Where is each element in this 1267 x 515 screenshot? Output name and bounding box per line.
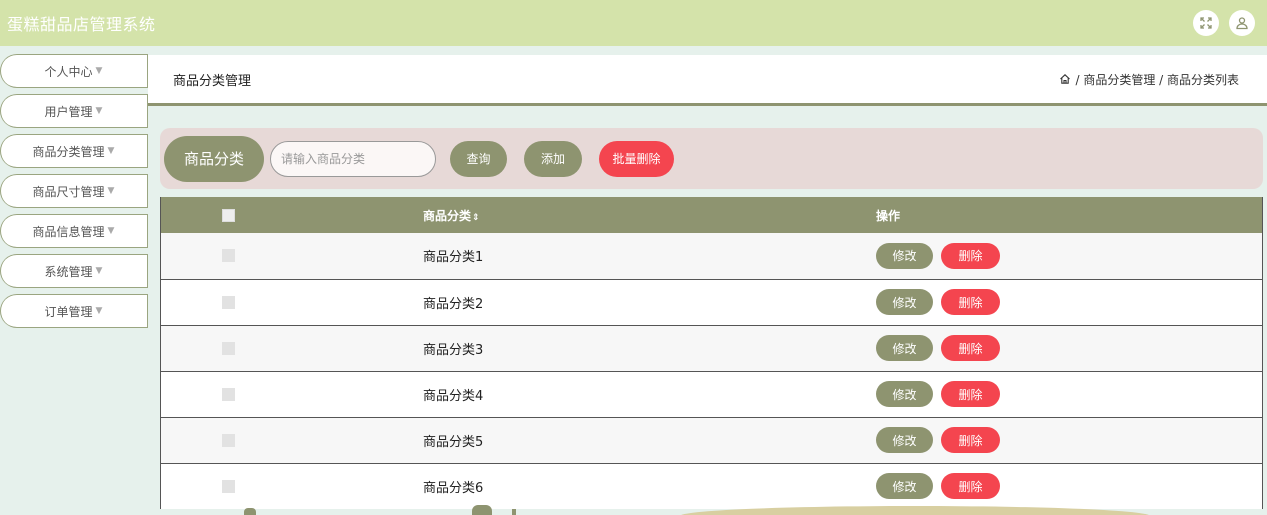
sidebar-item-size-management[interactable]: 商品尺寸管理 ▼: [0, 174, 148, 208]
chevron-down-icon: ▼: [95, 66, 103, 76]
row-checkbox[interactable]: [222, 341, 235, 355]
background-decoration: [244, 508, 256, 515]
delete-button[interactable]: 删除: [941, 289, 1000, 315]
search-label: 商品分类: [164, 135, 264, 182]
sidebar-item-system-management[interactable]: 系统管理 ▼: [0, 254, 148, 288]
background-decoration: [512, 509, 516, 515]
user-icon[interactable]: [1229, 10, 1255, 36]
page-header: 商品分类管理 / 商品分类管理 / 商品分类列表: [148, 55, 1267, 106]
row-checkbox[interactable]: [222, 479, 235, 493]
category-table: 商品分类⇕ 操作 商品分类1 修改 删除 商品分类2 修改 删除 商品分类3 修…: [160, 197, 1263, 510]
sidebar-item-personal-center[interactable]: 个人中心 ▼: [0, 54, 148, 88]
table-row: 商品分类5 修改 删除: [161, 417, 1262, 463]
sidebar-item-label: 商品分类管理: [32, 144, 105, 159]
category-name: 商品分类2: [423, 296, 484, 312]
table-row: 商品分类6 修改 删除: [161, 463, 1262, 509]
search-input[interactable]: [270, 140, 436, 177]
page-title: 商品分类管理: [173, 73, 252, 89]
delete-button[interactable]: 删除: [941, 242, 1000, 269]
sidebar-item-label: 商品尺寸管理: [32, 184, 105, 199]
fullscreen-icon[interactable]: [1193, 10, 1219, 36]
category-name: 商品分类3: [423, 342, 484, 358]
edit-button[interactable]: 修改: [876, 381, 933, 407]
chevron-down-icon: ▼: [95, 306, 103, 316]
delete-button[interactable]: 删除: [941, 473, 1000, 499]
query-button[interactable]: 查询: [450, 140, 507, 177]
category-name: 商品分类6: [423, 480, 484, 496]
column-header-category[interactable]: 商品分类⇕: [423, 197, 799, 233]
chevron-down-icon: ▼: [107, 146, 115, 156]
edit-button[interactable]: 修改: [876, 289, 933, 315]
edit-button[interactable]: 修改: [876, 242, 933, 269]
sidebar-item-label: 商品信息管理: [32, 224, 105, 239]
app-title: 蛋糕甜品店管理系统: [7, 15, 156, 34]
delete-button[interactable]: 删除: [941, 335, 1000, 361]
sidebar-item-label: 个人中心: [44, 64, 93, 79]
chevron-down-icon: ▼: [95, 266, 103, 276]
row-checkbox[interactable]: [222, 249, 235, 263]
category-name: 商品分类4: [423, 388, 484, 404]
batch-delete-button[interactable]: 批量删除: [599, 140, 674, 177]
top-bar: 蛋糕甜品店管理系统: [0, 0, 1267, 46]
background-decoration: [472, 505, 492, 515]
table-header-row: 商品分类⇕ 操作: [161, 197, 1262, 233]
sidebar-item-user-management[interactable]: 用户管理 ▼: [0, 94, 148, 128]
table-row: 商品分类1 修改 删除: [161, 233, 1262, 279]
column-header-ops: 操作: [876, 208, 901, 223]
chevron-down-icon: ▼: [95, 106, 103, 116]
table-row: 商品分类3 修改 删除: [161, 325, 1262, 371]
add-button[interactable]: 添加: [524, 140, 582, 177]
sidebar: 个人中心 ▼ 用户管理 ▼ 商品分类管理 ▼ 商品尺寸管理 ▼ 商品信息管理 ▼…: [0, 54, 150, 334]
sidebar-item-order-management[interactable]: 订单管理 ▼: [0, 294, 148, 328]
sort-icon[interactable]: ⇕: [472, 213, 480, 223]
category-name: 商品分类5: [423, 434, 484, 450]
delete-button[interactable]: 删除: [941, 381, 1000, 407]
chevron-down-icon: ▼: [107, 186, 115, 196]
breadcrumb-text: / 商品分类管理 / 商品分类列表: [1075, 72, 1239, 87]
home-icon[interactable]: [1059, 73, 1071, 85]
row-checkbox[interactable]: [222, 433, 235, 447]
sidebar-item-label: 订单管理: [44, 304, 93, 319]
table-row: 商品分类4 修改 删除: [161, 371, 1262, 417]
select-all-checkbox[interactable]: [222, 209, 235, 222]
category-name: 商品分类1: [423, 250, 484, 266]
sidebar-item-label: 系统管理: [44, 264, 93, 279]
search-bar: 商品分类 查询 添加 批量删除: [160, 128, 1263, 189]
delete-button[interactable]: 删除: [941, 427, 1000, 453]
sidebar-item-product-info-management[interactable]: 商品信息管理 ▼: [0, 214, 148, 248]
sidebar-item-label: 用户管理: [44, 104, 93, 119]
sidebar-item-category-management[interactable]: 商品分类管理 ▼: [0, 134, 148, 168]
table-row: 商品分类2 修改 删除: [161, 279, 1262, 325]
edit-button[interactable]: 修改: [876, 473, 933, 499]
chevron-down-icon: ▼: [107, 226, 115, 236]
row-checkbox[interactable]: [222, 387, 235, 401]
edit-button[interactable]: 修改: [876, 335, 933, 361]
breadcrumb: / 商品分类管理 / 商品分类列表: [1059, 71, 1239, 88]
edit-button[interactable]: 修改: [876, 427, 933, 453]
row-checkbox[interactable]: [222, 295, 235, 309]
